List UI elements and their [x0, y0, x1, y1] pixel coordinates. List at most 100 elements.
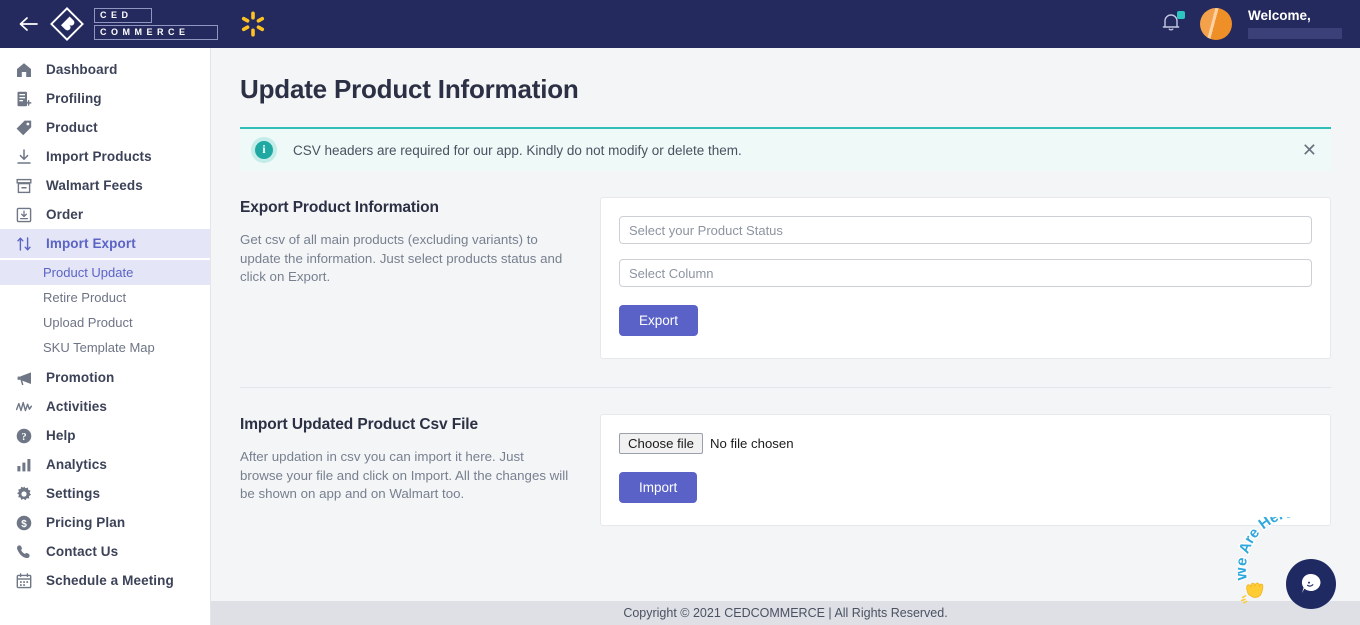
export-card: Export	[600, 197, 1331, 359]
info-banner-message: CSV headers are required for our app. Ki…	[293, 142, 742, 158]
file-status-label: No file chosen	[709, 436, 794, 451]
sidebar-item-import-export[interactable]: Import Export	[0, 229, 210, 258]
select-column-input[interactable]	[619, 259, 1312, 287]
sidebar-sublabel: Upload Product	[43, 315, 133, 330]
sidebar-label: Help	[46, 428, 76, 443]
sidebar-item-walmart-feeds[interactable]: Walmart Feeds	[0, 171, 210, 200]
arrow-left-icon	[19, 17, 38, 31]
footer: Copyright © 2021 CEDCOMMERCE | All Right…	[211, 601, 1360, 625]
waving-hand-icon	[1240, 582, 1264, 604]
megaphone-icon	[14, 368, 34, 388]
import-section-title: Import Updated Product Csv File	[240, 416, 479, 433]
sidebar-label: Pricing Plan	[46, 515, 126, 530]
arrows-up-down-icon	[14, 234, 34, 254]
chat-widget: We Are Here!	[1238, 517, 1348, 617]
page-title: Update Product Information	[240, 74, 579, 104]
sidebar-label: Import Export	[46, 236, 136, 251]
sidebar-item-dashboard[interactable]: Dashboard	[0, 55, 210, 84]
sidebar-item-import-products[interactable]: Import Products	[0, 142, 210, 171]
svg-text:?: ?	[21, 432, 26, 443]
brand-line-2: COMMERCE	[94, 25, 218, 40]
sidebar-label: Dashboard	[46, 62, 118, 77]
export-section: Export Product Information Get csv of al…	[240, 197, 1331, 359]
sidebar-item-analytics[interactable]: Analytics	[0, 450, 210, 479]
sidebar-label: Order	[46, 207, 84, 222]
sidebar: Dashboard Profiling Product Import Produ…	[0, 48, 211, 625]
walmart-spark-icon	[241, 11, 265, 37]
sidebar-item-help[interactable]: ? Help	[0, 421, 210, 450]
tag-icon	[14, 118, 34, 138]
sidebar-item-product[interactable]: Product	[0, 113, 210, 142]
sidebar-subitem-upload-product[interactable]: Upload Product	[0, 310, 210, 335]
sidebar-item-activities[interactable]: Activities	[0, 392, 210, 421]
export-section-title: Export Product Information	[240, 199, 439, 216]
sidebar-submenu-import-export: Product Update Retire Product Upload Pro…	[0, 260, 210, 360]
app-root: CED COMMERCE Welcome, Dashboard Profilin…	[0, 0, 1360, 625]
sidebar-item-profiling[interactable]: Profiling	[0, 84, 210, 113]
avatar[interactable]	[1200, 8, 1232, 40]
sidebar-subitem-sku-template-map[interactable]: SKU Template Map	[0, 335, 210, 360]
info-banner: i CSV headers are required for our app. …	[240, 127, 1331, 171]
sidebar-label: Activities	[46, 399, 108, 414]
home-icon	[14, 60, 34, 80]
main-content: Update Product Information i CSV headers…	[211, 48, 1360, 601]
file-input-row: Choose file No file chosen	[619, 433, 1312, 454]
sidebar-label: Import Products	[46, 149, 152, 164]
info-icon-glyph: i	[255, 141, 273, 159]
sidebar-item-contact-us[interactable]: Contact Us	[0, 537, 210, 566]
dollar-circle-icon: $	[14, 513, 34, 533]
calendar-icon	[14, 571, 34, 591]
sidebar-item-schedule-a-meeting[interactable]: Schedule a Meeting	[0, 566, 210, 595]
brand-wordmark: CED COMMERCE	[94, 8, 218, 40]
top-bar: CED COMMERCE Welcome,	[0, 0, 1360, 48]
question-circle-icon: ?	[14, 426, 34, 446]
sidebar-label: Contact Us	[46, 544, 119, 559]
sidebar-item-promotion[interactable]: Promotion	[0, 363, 210, 392]
sidebar-sublabel: SKU Template Map	[43, 340, 155, 355]
sidebar-item-pricing-plan[interactable]: $ Pricing Plan	[0, 508, 210, 537]
sidebar-sublabel: Retire Product	[43, 290, 127, 305]
inbox-download-icon	[14, 205, 34, 225]
sidebar-subitem-retire-product[interactable]: Retire Product	[0, 285, 210, 310]
sidebar-subitem-product-update[interactable]: Product Update	[0, 260, 210, 285]
sidebar-label: Analytics	[46, 457, 107, 472]
info-icon: i	[251, 137, 277, 163]
section-divider	[240, 387, 1331, 388]
sidebar-item-order[interactable]: Order	[0, 200, 210, 229]
chat-launcher-button[interactable]	[1286, 559, 1336, 609]
notification-badge-dot	[1177, 11, 1185, 19]
product-status-input[interactable]	[619, 216, 1312, 244]
welcome-block: Welcome,	[1248, 9, 1342, 40]
phone-icon	[14, 542, 34, 562]
sidebar-label: Promotion	[46, 370, 115, 385]
brand-logo[interactable]: CED COMMERCE	[50, 7, 266, 41]
choose-file-button[interactable]: Choose file	[619, 433, 703, 454]
import-button[interactable]: Import	[619, 472, 698, 503]
sidebar-label: Product	[46, 120, 98, 135]
welcome-label: Welcome,	[1248, 7, 1311, 23]
archive-box-icon	[14, 176, 34, 196]
download-icon	[14, 147, 34, 167]
top-bar-right: Welcome,	[1160, 8, 1360, 40]
export-button[interactable]: Export	[619, 305, 699, 336]
username-redacted	[1248, 28, 1342, 40]
pulse-icon	[14, 397, 34, 417]
notifications-button[interactable]	[1160, 11, 1185, 37]
profile-add-icon	[14, 89, 34, 109]
sidebar-label: Walmart Feeds	[46, 178, 143, 193]
gear-icon	[14, 484, 34, 504]
import-card: Choose file No file chosen Import	[600, 414, 1331, 526]
brand-line-1: CED	[94, 8, 152, 23]
close-icon[interactable]: ✕	[1302, 141, 1317, 159]
sidebar-item-settings[interactable]: Settings	[0, 479, 210, 508]
sidebar-label: Schedule a Meeting	[46, 573, 174, 588]
import-section-description: After updation in csv you can import it …	[240, 449, 569, 501]
cedcommerce-mark-icon	[50, 7, 84, 41]
sidebar-sublabel: Product Update	[43, 265, 134, 280]
import-section: Import Updated Product Csv File After up…	[240, 414, 1331, 526]
chat-bubble-icon	[1301, 573, 1321, 593]
sidebar-label: Profiling	[46, 91, 102, 106]
sidebar-label: Settings	[46, 486, 101, 501]
import-section-info: Import Updated Product Csv File After up…	[240, 414, 600, 504]
back-button[interactable]	[8, 16, 48, 32]
